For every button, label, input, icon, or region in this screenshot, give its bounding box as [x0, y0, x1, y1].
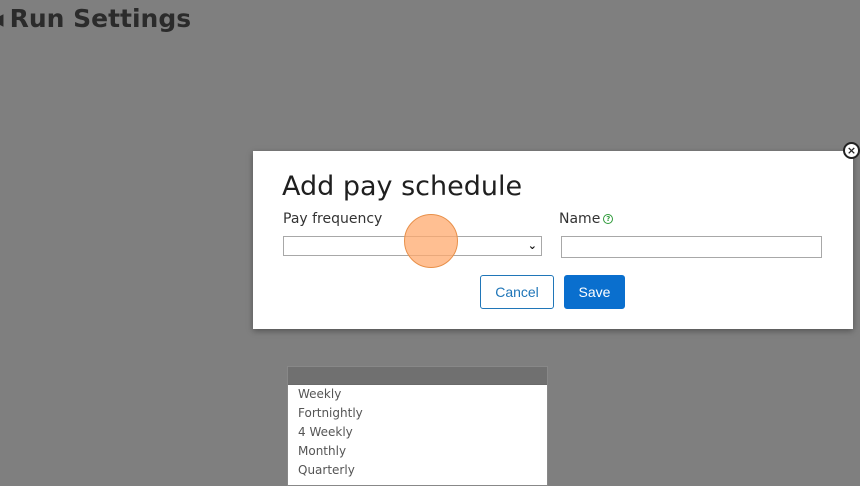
dropdown-option-quarterly[interactable]: Quarterly — [288, 461, 547, 480]
name-input[interactable] — [561, 236, 822, 258]
save-button[interactable]: Save — [564, 275, 625, 309]
add-pay-schedule-dialog: Add pay schedule Pay frequency Name? ⌄ C… — [253, 151, 853, 329]
chevron-down-icon: ⌄ — [527, 239, 537, 252]
page-title-text: Run Settings — [9, 4, 192, 33]
dropdown-option-blank[interactable] — [288, 367, 547, 385]
dropdown-option-fortnightly[interactable]: Fortnightly — [288, 404, 547, 423]
click-indicator — [404, 214, 458, 268]
help-icon[interactable]: ? — [603, 214, 614, 224]
pay-frequency-label: Pay frequency — [283, 211, 383, 227]
dropdown-option-4-weekly[interactable]: 4 Weekly — [288, 423, 547, 442]
close-icon[interactable]: × — [843, 142, 860, 159]
pay-frequency-dropdown-list: Weekly Fortnightly 4 Weekly Monthly Quar… — [287, 366, 548, 486]
dropdown-option-weekly[interactable]: Weekly — [288, 385, 547, 404]
name-label: Name — [559, 211, 601, 227]
cancel-button[interactable]: Cancel — [480, 275, 554, 309]
page-title: ◂Run Settings — [0, 4, 191, 33]
dropdown-option-monthly[interactable]: Monthly — [288, 442, 547, 461]
dialog-title: Add pay schedule — [282, 171, 523, 202]
back-arrow-icon[interactable]: ◂ — [0, 4, 4, 33]
name-label-wrap: Name? — [559, 211, 614, 227]
